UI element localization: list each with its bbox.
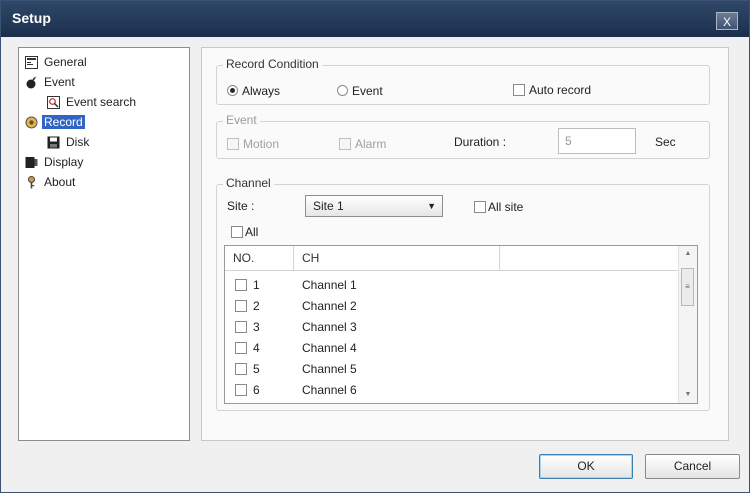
- tree-item-disk[interactable]: Disk: [47, 134, 91, 151]
- checkbox-icon[interactable]: [235, 363, 247, 375]
- alarm-checkbox[interactable]: Alarm: [339, 136, 386, 151]
- record-settings-panel: Record Condition Always Event Auto recor…: [201, 47, 729, 441]
- key-icon: [25, 176, 38, 189]
- radio-selected-icon: [227, 85, 238, 97]
- cancel-button[interactable]: Cancel: [645, 454, 740, 479]
- record-condition-legend: Record Condition: [223, 57, 322, 71]
- tree-item-label: Display: [44, 155, 84, 170]
- checkbox-icon: [474, 200, 486, 213]
- channel-legend: Channel: [223, 176, 274, 190]
- tree-item-label: General: [44, 55, 87, 70]
- duration-input[interactable]: 5: [558, 128, 636, 154]
- bomb-icon: [25, 76, 38, 89]
- row-channel: Channel 1: [302, 278, 357, 292]
- checkbox-icon[interactable]: [235, 300, 247, 312]
- setup-dialog: Setup X General Event Event search Recor…: [0, 0, 750, 493]
- checkbox-icon: [227, 137, 239, 150]
- checkbox-icon: [513, 83, 525, 96]
- tree-item-label: About: [44, 175, 76, 190]
- checkbox-icon: [339, 137, 351, 150]
- row-channel: Channel 3: [302, 320, 357, 334]
- close-button[interactable]: X: [716, 12, 738, 30]
- title-bar[interactable]: Setup X: [1, 1, 749, 37]
- settings-tree: General Event Event search Record Disk D: [18, 47, 190, 441]
- duration-unit: Sec: [655, 135, 676, 149]
- table-row[interactable]: 3 Channel 3: [225, 317, 679, 338]
- tree-item-label: Disk: [66, 135, 90, 150]
- always-label: Always: [242, 83, 281, 98]
- ok-button[interactable]: OK: [539, 454, 633, 479]
- checkbox-icon: [231, 225, 243, 238]
- all-channels-checkbox[interactable]: All: [231, 224, 258, 239]
- tree-item-event[interactable]: Event: [25, 74, 77, 91]
- auto-record-checkbox[interactable]: Auto record: [513, 82, 591, 97]
- tree-item-label: Record: [42, 115, 85, 130]
- row-channel: Channel 6: [302, 383, 357, 397]
- tree-item-general[interactable]: General: [25, 54, 89, 71]
- table-row[interactable]: 2 Channel 2: [225, 296, 679, 317]
- window-title: Setup: [12, 10, 51, 26]
- all-site-label: All site: [488, 199, 524, 214]
- all-label: All: [245, 224, 259, 239]
- always-radio[interactable]: Always: [227, 83, 280, 98]
- table-row[interactable]: 5 Channel 5: [225, 359, 679, 380]
- radio-icon: [337, 85, 348, 97]
- checkbox-icon[interactable]: [235, 321, 247, 333]
- row-no: 6: [253, 383, 260, 397]
- motion-checkbox[interactable]: Motion: [227, 136, 279, 151]
- row-no: 4: [253, 341, 260, 355]
- tree-item-record[interactable]: Record: [25, 114, 85, 131]
- row-no: 5: [253, 362, 260, 376]
- row-no: 3: [253, 320, 260, 334]
- row-no: 1: [253, 278, 260, 292]
- event-search-icon: [47, 96, 60, 110]
- tree-item-label: Event search: [66, 95, 137, 110]
- tree-item-event-search[interactable]: Event search: [47, 94, 138, 111]
- tree-item-about[interactable]: About: [25, 174, 77, 191]
- table-row[interactable]: 4 Channel 4: [225, 338, 679, 359]
- list-header: NO. CH: [225, 246, 679, 271]
- alarm-label: Alarm: [355, 136, 387, 151]
- table-row[interactable]: 6 Channel 6: [225, 380, 679, 401]
- checkbox-icon[interactable]: [235, 342, 247, 354]
- disk-icon: [47, 136, 60, 149]
- duration-label: Duration :: [454, 135, 507, 149]
- general-icon: [25, 56, 38, 70]
- row-no: 2: [253, 299, 260, 313]
- scroll-up-icon[interactable]: ▲: [679, 246, 697, 262]
- column-header-no[interactable]: NO.: [225, 246, 294, 270]
- event-label: Event: [352, 83, 383, 98]
- list-scrollbar[interactable]: ▲ ≡ ▼: [678, 246, 697, 403]
- site-select[interactable]: Site 1 ▼: [305, 195, 443, 217]
- motion-label: Motion: [243, 136, 280, 151]
- tree-item-display[interactable]: Display: [25, 154, 85, 171]
- table-row[interactable]: 1 Channel 1: [225, 275, 679, 296]
- dropdown-arrow-icon: ▼: [427, 201, 436, 211]
- site-select-value: Site 1: [313, 199, 344, 213]
- auto-record-label: Auto record: [529, 82, 592, 97]
- column-header-ch[interactable]: CH: [294, 246, 500, 270]
- all-site-checkbox[interactable]: All site: [474, 199, 523, 214]
- scroll-thumb[interactable]: ≡: [681, 268, 694, 306]
- site-label: Site :: [227, 199, 255, 213]
- tree-item-label: Event: [44, 75, 75, 90]
- event-radio[interactable]: Event: [337, 83, 383, 98]
- channel-list[interactable]: NO. CH 1 Channel 1 2 Channel 2 3 Channel…: [224, 245, 698, 404]
- row-channel: Channel 5: [302, 362, 357, 376]
- checkbox-icon[interactable]: [235, 384, 247, 396]
- scroll-down-icon[interactable]: ▼: [679, 387, 697, 403]
- event-legend: Event: [223, 113, 260, 127]
- event-group: Event Motion Alarm Duration : 5 Sec: [216, 113, 710, 159]
- display-icon: [25, 156, 38, 169]
- row-channel: Channel 4: [302, 341, 357, 355]
- row-channel: Channel 2: [302, 299, 357, 313]
- checkbox-icon[interactable]: [235, 279, 247, 291]
- record-condition-group: Record Condition Always Event Auto recor…: [216, 57, 710, 105]
- record-icon: [25, 116, 38, 129]
- close-icon: X: [722, 15, 731, 29]
